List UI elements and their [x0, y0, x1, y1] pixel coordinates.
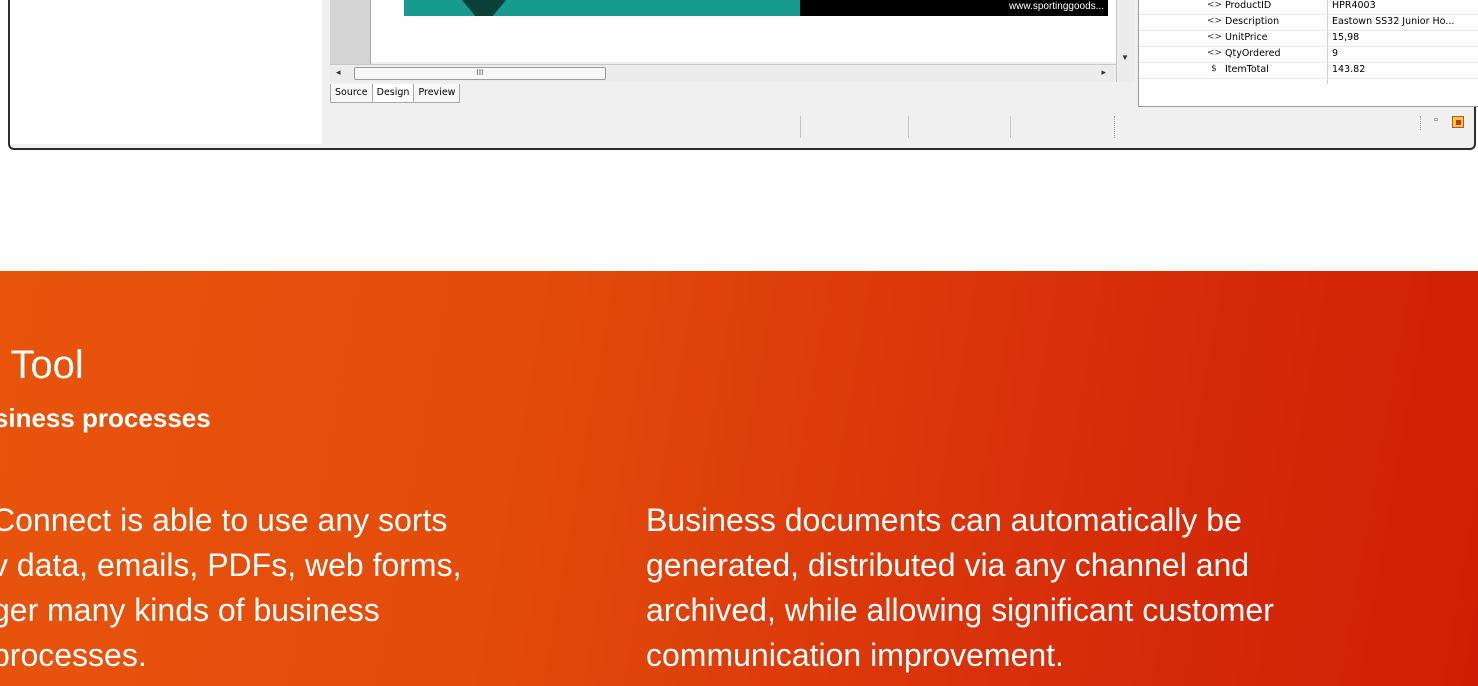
- property-row[interactable]: <> Description Eastown SS32 Junior Ho...: [1139, 16, 1478, 31]
- tab-design[interactable]: Design: [371, 84, 415, 103]
- right-paragraph: Business documents can automatically be …: [646, 498, 1286, 678]
- paragraph-line: Connect is able to use any sorts: [0, 502, 448, 538]
- paragraph-line: Business documents can automatically be: [646, 502, 1242, 538]
- property-value[interactable]: Eastown SS32 Junior Ho...: [1332, 16, 1478, 27]
- status-separator: [1114, 116, 1116, 138]
- document-black-header: www.sportinggoods...: [800, 0, 1108, 16]
- properties-grid: <> ProductID HPR4003 <> Description East…: [1138, 0, 1478, 107]
- paragraph-line: generated, distributed via any channel a…: [646, 547, 1250, 583]
- scrollbar-thumb[interactable]: III: [354, 67, 606, 80]
- paragraph-line: ger many kinds of business: [0, 592, 380, 628]
- property-name: QtyOrdered: [1225, 48, 1281, 59]
- property-name: ItemTotal: [1225, 64, 1269, 75]
- app-window-screenshot: www.sportinggoods... ▼ ◂ III ▸ Source De…: [8, 0, 1478, 150]
- expression-icon: $: [1211, 64, 1217, 74]
- document-preview: www.sportinggoods...: [404, 0, 1108, 16]
- editor-view-tabs: Source Design Preview: [330, 84, 461, 103]
- status-separator: [1010, 116, 1011, 138]
- tab-preview[interactable]: Preview: [413, 84, 461, 103]
- swoosh-graphic: [462, 0, 506, 16]
- paragraph-line: archived, while allowing significant cus…: [646, 592, 1274, 628]
- element-icon: <>: [1207, 0, 1223, 10]
- toolstrip-grip[interactable]: [1420, 116, 1422, 130]
- banner-subtitle: usiness processes: [0, 403, 211, 433]
- element-icon: <>: [1207, 48, 1223, 58]
- toolstrip: ▫: [1420, 112, 1476, 132]
- paragraph-line: processes.: [0, 637, 147, 673]
- feature-banner: v Tool usiness processes Connect is able…: [0, 271, 1478, 686]
- status-separator: [800, 116, 801, 138]
- property-row[interactable]: <> UnitPrice 15,98: [1139, 32, 1478, 47]
- element-icon: <>: [1207, 32, 1223, 42]
- property-name: UnitPrice: [1225, 32, 1268, 43]
- property-row[interactable]: <> ProductID HPR4003: [1139, 0, 1478, 15]
- document-url-text: www.sportinggoods...: [1008, 1, 1104, 12]
- status-bar: [330, 114, 1470, 140]
- paragraph-line: communication improvement.: [646, 637, 1064, 673]
- property-value[interactable]: 15,98: [1332, 32, 1478, 43]
- scroll-right-arrow-icon[interactable]: ▸: [1101, 67, 1106, 78]
- status-separator: [908, 116, 909, 138]
- left-pane: [10, 0, 322, 144]
- property-value[interactable]: 9: [1332, 48, 1478, 59]
- pane-splitter[interactable]: [322, 0, 330, 114]
- vertical-scrollbar[interactable]: ▼: [1116, 0, 1134, 82]
- property-name: ProductID: [1225, 0, 1272, 11]
- tab-source[interactable]: Source: [330, 84, 373, 103]
- scroll-left-arrow-icon[interactable]: ◂: [336, 67, 341, 78]
- document-teal-graphic: [404, 0, 800, 16]
- report-icon[interactable]: [1452, 116, 1464, 128]
- restore-window-icon[interactable]: ▫: [1434, 114, 1438, 126]
- element-icon: <>: [1207, 16, 1223, 26]
- property-value[interactable]: 143.82: [1332, 64, 1478, 75]
- scroll-down-arrow-icon[interactable]: ▼: [1121, 53, 1129, 62]
- horizontal-scrollbar[interactable]: ◂ III ▸: [330, 64, 1116, 82]
- left-paragraph: Connect is able to use any sorts v data,…: [0, 498, 632, 678]
- property-value[interactable]: HPR4003: [1332, 0, 1478, 11]
- property-row[interactable]: <> QtyOrdered 9: [1139, 48, 1478, 63]
- property-name: Description: [1225, 16, 1280, 27]
- banner-title: v Tool: [0, 343, 84, 387]
- property-row[interactable]: $ ItemTotal 143.82: [1139, 64, 1478, 79]
- paragraph-line: v data, emails, PDFs, web forms,: [0, 547, 462, 583]
